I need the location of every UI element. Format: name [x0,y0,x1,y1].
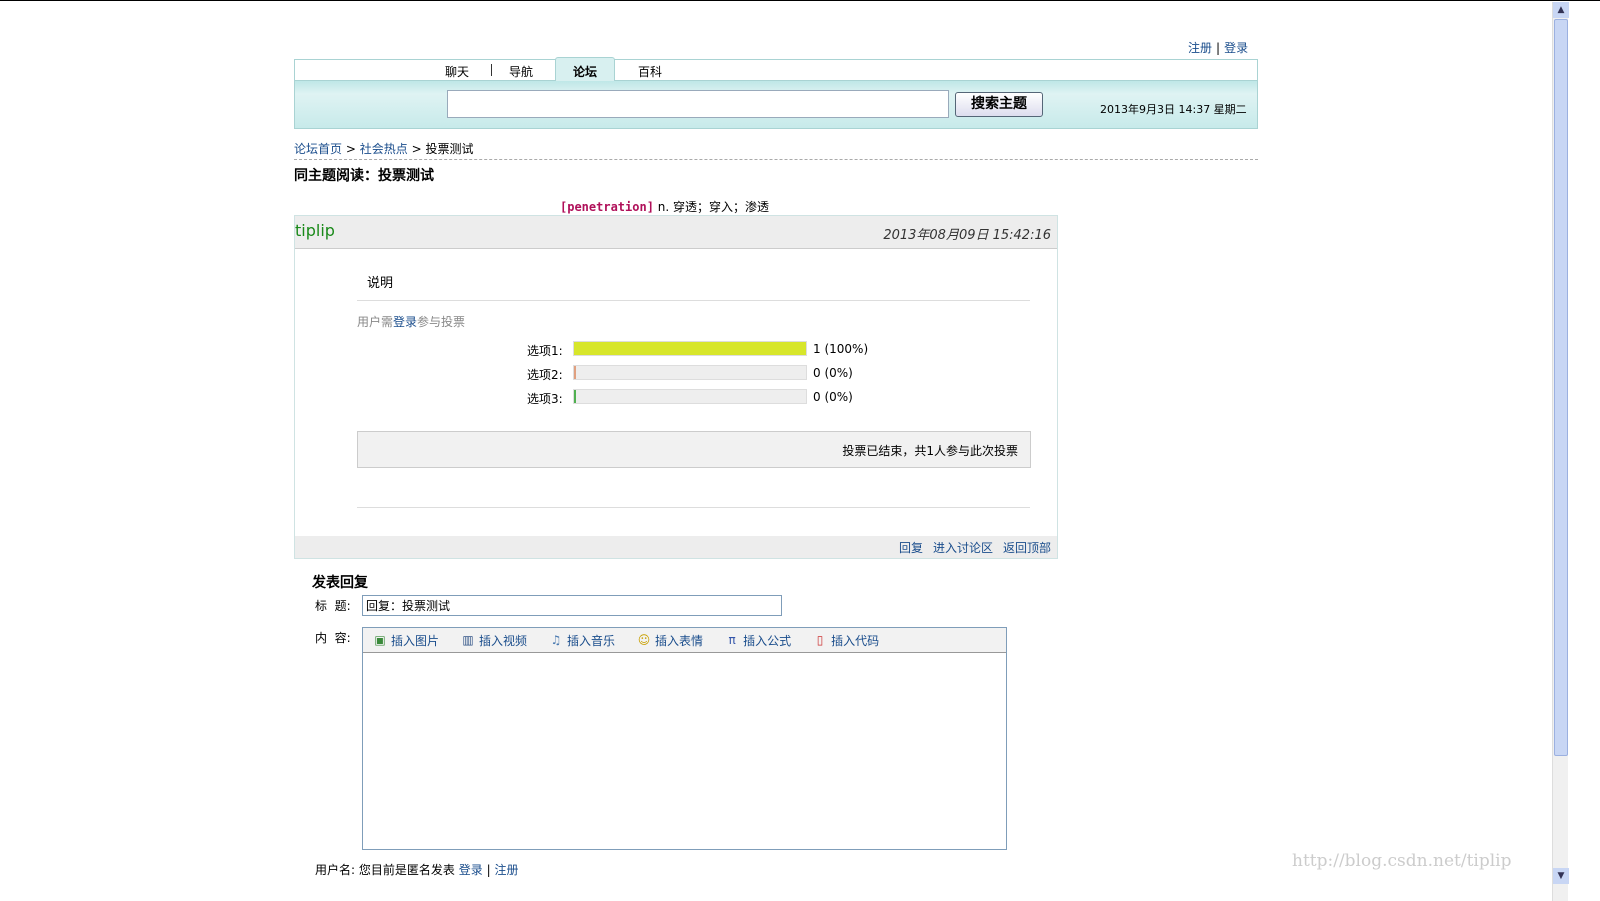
breadcrumb: 论坛首页 > 社会热点 > 投票测试 [294,140,1258,160]
toolbar-button[interactable]: π 插入公式 [725,632,791,648]
top-links: 注册 | 登录 [1188,39,1248,56]
page-title: 同主题阅读：投票测试 [294,168,434,184]
post-footer: 回复 进入讨论区 返回顶部 [295,536,1057,558]
post: tiplip 2013年08月09日 15:42:16 说明 用户需登录参与投票… [294,215,1058,559]
vertical-scrollbar[interactable]: ▲ ▼ [1552,2,1569,901]
breadcrumb-section[interactable]: 社会热点 [360,142,408,156]
tab-forum[interactable]: 论坛 [555,57,615,81]
content-label: 内 容: [315,631,351,645]
separator: | [486,863,491,877]
breadcrumb-sep: > [345,142,356,156]
toolbar-button[interactable]: ▥ 插入视频 [461,632,527,648]
post-header: tiplip 2013年08月09日 15:42:16 [295,216,1057,249]
dict-definition: n. 穿透；穿入；渗透 [653,200,769,214]
subject-input[interactable] [362,595,782,616]
tab-chat[interactable]: 聊天 [445,63,469,80]
smiley-icon: ☺ [637,633,651,647]
toolbar-button-label: 插入表情 [655,633,704,648]
music-icon: ♫ [550,633,562,647]
separator: | [1216,41,1221,55]
current-date: 2013年9月3日 14:37 星期二 [1100,103,1247,116]
toolbar-button-label: 插入图片 [391,633,440,648]
nav-bar: 聊天 导航 论坛 百科 搜索主题 2013年9月3日 14:37 星期二 [294,57,1258,129]
user-text: 您目前是匿名发表 [358,863,455,877]
toolbar-button[interactable]: ▣ 插入图片 [373,632,439,648]
content-textarea[interactable] [363,653,1006,849]
vote-count: 0 (0%) [813,366,853,380]
reply-title: 发表回复 [312,575,368,591]
vote-bar-fill [574,390,577,403]
login-link[interactable]: 登录 [459,863,483,877]
pi-icon: π [728,633,736,647]
register-link[interactable]: 注册 [1188,41,1212,55]
content-editor: ▣ 插入图片 ▥ 插入视频 ♫ 插入音乐 ☺ 插入表情 π 插入公式 ▯ 插入代码 [362,627,1007,850]
editor-toolbar: ▣ 插入图片 ▥ 插入视频 ♫ 插入音乐 ☺ 插入表情 π 插入公式 ▯ 插入代码 [363,628,1006,653]
tab-wiki[interactable]: 百科 [638,63,662,80]
vote-option-label: 选项3: [527,392,563,406]
breadcrumb-sep: > [411,142,422,156]
login-link[interactable]: 登录 [1224,41,1248,55]
back-to-top-link[interactable]: 返回顶部 [1003,541,1051,555]
toolbar-button-label: 插入视频 [479,633,528,648]
scroll-up-icon[interactable]: ▲ [1553,2,1569,18]
reply-link[interactable]: 回复 [899,541,923,555]
tab-divider [491,64,492,76]
discussion-link[interactable]: 进入讨论区 [933,541,993,555]
vote-bar-fill [574,366,577,379]
vote-status: 投票已结束，共1人参与此次投票 [357,431,1031,468]
code-file-icon: ▯ [816,633,824,647]
vote-bar [573,365,807,380]
post-description: 说明 [367,276,394,291]
vote-hint: 用户需登录参与投票 [357,313,465,330]
toolbar-button-label: 插入公式 [743,633,792,648]
toolbar-button-label: 插入音乐 [567,633,616,648]
vote-hint-text: 用户需 [357,315,394,329]
vote-option-label: 选项2: [527,368,563,382]
vote-bar [573,389,807,404]
nav-tabs: 聊天 导航 论坛 百科 [295,57,1257,81]
vote-count: 1 (100%) [813,342,869,356]
image-icon: ▣ [374,633,386,647]
register-link[interactable]: 注册 [494,863,518,877]
vote-count: 0 (0%) [813,390,853,404]
subject-label: 标 题: [315,599,351,613]
post-author[interactable]: tiplip [295,221,335,240]
toolbar-button[interactable]: ▯ 插入代码 [813,632,879,648]
toolbar-button[interactable]: ☺ 插入表情 [637,632,703,648]
vote-option-label: 选项1: [527,344,563,358]
toolbar-button-label: 插入代码 [831,633,880,648]
dict-word: [penetration] [560,200,654,214]
toolbar-button[interactable]: ♫ 插入音乐 [549,632,615,648]
watermark: http://blog.csdn.net/tiplip [1292,851,1512,871]
breadcrumb-current: 投票测试 [425,142,474,156]
scroll-thumb[interactable] [1554,19,1568,756]
divider [357,507,1030,508]
search-button[interactable]: 搜索主题 [955,92,1043,117]
video-icon: ▥ [462,633,474,647]
user-info: 用户名: 您目前是匿名发表 登录 | 注册 [315,861,518,878]
vote-bar-fill [574,342,806,355]
user-label: 用户名: [315,863,356,877]
post-time: 2013年08月09日 15:42:16 [883,228,1051,243]
tab-navigation[interactable]: 导航 [509,63,533,80]
vote-bar [573,341,807,356]
scroll-down-icon[interactable]: ▼ [1553,868,1569,884]
dictionary-tooltip: [penetration] n. 穿透；穿入；渗透 [560,198,769,215]
search-input[interactable] [447,90,949,118]
divider [357,300,1030,301]
vote-hint-text: 参与投票 [417,315,466,329]
vote-login-link[interactable]: 登录 [393,315,417,329]
breadcrumb-home[interactable]: 论坛首页 [294,142,342,156]
